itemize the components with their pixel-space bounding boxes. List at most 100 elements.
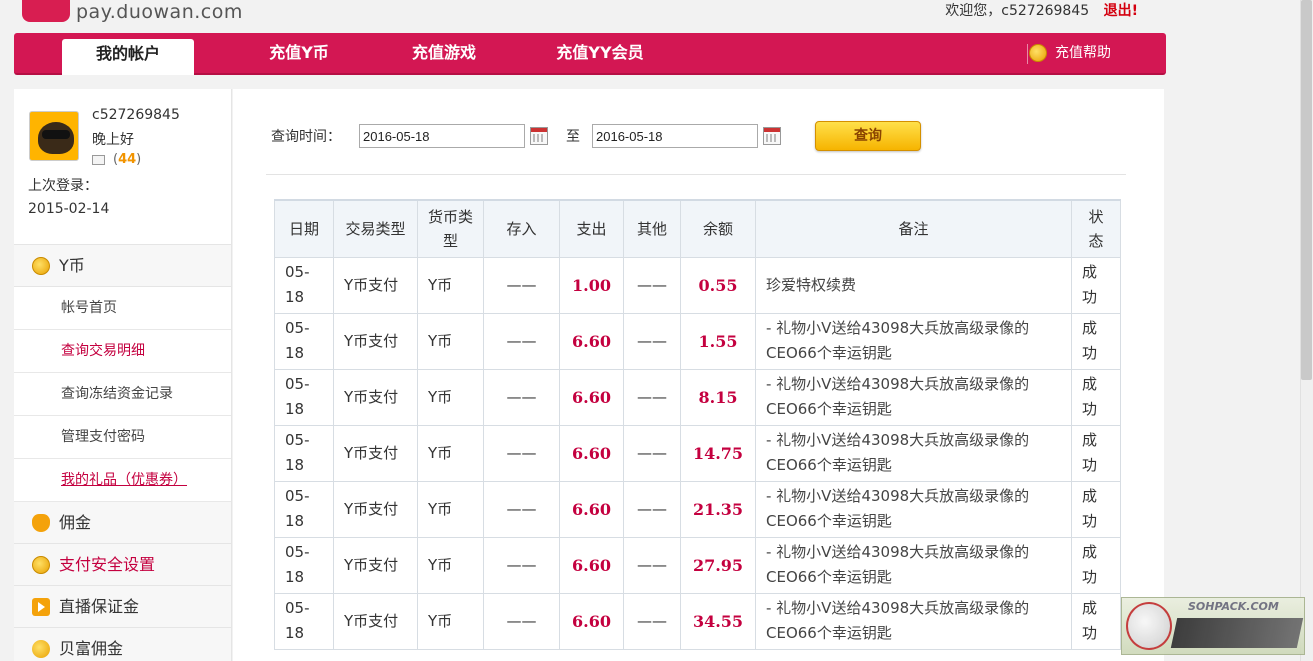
column-header: 备注 (755, 199, 1072, 258)
cell-expense: 6.60 (559, 424, 624, 482)
tab-my-account[interactable]: 我的帐户 (62, 39, 194, 75)
cell-currency: Y币 (417, 592, 484, 650)
cell-type: Y币支付 (333, 536, 418, 594)
profile-greeting: 晚上好 (92, 132, 134, 148)
help-coin-icon (1029, 44, 1047, 62)
live-play-icon (32, 597, 50, 616)
cell-status: 成功 (1071, 368, 1121, 426)
user-bar: 欢迎您，c527269845 退出! (945, 0, 1138, 20)
sidebar-item-transaction-details[interactable]: 查询交易明细 (14, 330, 231, 373)
cell-date: 05-18 (274, 424, 334, 482)
query-bar: 查询时间： 至 查询 (271, 121, 921, 151)
cell-note: 珍爱特权续费 (755, 256, 1072, 314)
site-logo[interactable]: pay.duowan.com (22, 0, 243, 22)
cell-other: —— (623, 480, 681, 538)
cell-status: 成功 (1071, 256, 1121, 314)
cell-note: - 礼物小V送给43098大兵放高级录像的CEO66个幸运钥匙 (755, 368, 1072, 426)
sidebar-item-frozen-funds[interactable]: 查询冻结资金记录 (14, 373, 231, 416)
cell-deposit: —— (483, 256, 560, 314)
calendar-icon[interactable] (530, 127, 548, 145)
cell-deposit: —— (483, 480, 560, 538)
main-content: 查询时间： 至 查询 日期 交易类型 货币类型 存入 支出 其他 余额 备注 状… (233, 89, 1164, 661)
cell-status: 成功 (1071, 536, 1121, 594)
cell-deposit: —— (483, 424, 560, 482)
cell-other: —— (623, 312, 681, 370)
sidebar-item-account-home[interactable]: 帐号首页 (14, 287, 231, 330)
avatar[interactable] (29, 111, 79, 161)
profile-username: c527269845 (92, 107, 180, 123)
mail-count: 44 (118, 152, 137, 167)
last-login-date: 2015-02-14 (28, 201, 110, 217)
table-row: 05-18 Y币支付 Y币 —— 6.60 —— 21.35 - 礼物小V送给4… (274, 480, 1121, 538)
cell-date: 05-18 (274, 536, 334, 594)
table-row: 05-18 Y币支付 Y币 —— 6.60 —— 34.55 - 礼物小V送给4… (274, 592, 1121, 650)
main-nav: 我的帐户 充值Y币 充值游戏 充值YY会员 充值帮助 (14, 33, 1166, 75)
cell-type: Y币支付 (333, 480, 418, 538)
cell-other: —— (623, 424, 681, 482)
transaction-table: 日期 交易类型 货币类型 存入 支出 其他 余额 备注 状态 05-18 Y币支… (274, 199, 1121, 650)
sidebar-group-security-label: 支付安全设置 (59, 554, 156, 574)
scrollbar-thumb[interactable] (1301, 0, 1312, 380)
cell-expense: 6.60 (559, 536, 624, 594)
start-date-input[interactable] (359, 124, 525, 148)
table-row: 05-18 Y币支付 Y币 —— 1.00 —— 0.55 珍爱特权续费 成功 (274, 256, 1121, 314)
end-date-input[interactable] (592, 124, 758, 148)
table-header-row: 日期 交易类型 货币类型 存入 支出 其他 余额 备注 状态 (274, 199, 1121, 258)
sidebar: c527269845 晚上好 ( 44 ) 上次登录： 2015-02-14 Y… (14, 89, 232, 661)
recharge-help-label: 充值帮助 (1055, 45, 1111, 61)
cell-type: Y币支付 (333, 592, 418, 650)
table-row: 05-18 Y币支付 Y币 —— 6.60 —— 8.15 - 礼物小V送给43… (274, 368, 1121, 426)
sidebar-group-deposit-label: 直播保证金 (59, 596, 140, 616)
cell-balance: 14.75 (680, 424, 756, 482)
cell-date: 05-18 (274, 256, 334, 314)
sidebar-item-my-gifts[interactable]: 我的礼品（优惠券） (14, 459, 231, 502)
cell-balance: 27.95 (680, 536, 756, 594)
calendar-icon[interactable] (763, 127, 781, 145)
cell-balance: 0.55 (680, 256, 756, 314)
tab-recharge-ycoin[interactable]: 充值Y币 (239, 33, 359, 75)
cell-currency: Y币 (417, 312, 484, 370)
cell-currency: Y币 (417, 424, 484, 482)
logout-link[interactable]: 退出! (1104, 3, 1138, 19)
cell-currency: Y币 (417, 256, 484, 314)
sidebar-group-security[interactable]: 支付安全设置 (14, 544, 231, 586)
cell-other: —— (623, 256, 681, 314)
sidebar-item-payment-password[interactable]: 管理支付密码 (14, 416, 231, 459)
watermark-logo: SOHPACK.COM (1121, 597, 1305, 655)
sidebar-group-deposit[interactable]: 直播保证金 (14, 586, 231, 628)
cell-type: Y币支付 (333, 312, 418, 370)
cell-note: - 礼物小V送给43098大兵放高级录像的CEO66个幸运钥匙 (755, 312, 1072, 370)
cell-type: Y币支付 (333, 368, 418, 426)
recharge-help-link[interactable]: 充值帮助 (1029, 33, 1111, 73)
cell-status: 成功 (1071, 424, 1121, 482)
query-button[interactable]: 查询 (815, 121, 921, 151)
cell-status: 成功 (1071, 592, 1121, 650)
money-bag-icon (32, 513, 50, 532)
cell-other: —— (623, 592, 681, 650)
tab-recharge-yy-vip[interactable]: 充值YY会员 (534, 33, 666, 75)
table-row: 05-18 Y币支付 Y币 —— 6.60 —— 14.75 - 礼物小V送给4… (274, 424, 1121, 482)
page-scrollbar[interactable] (1300, 0, 1313, 661)
sidebar-group-ycoin-label: Y币 (59, 255, 85, 275)
sidebar-group-commission[interactable]: 佣金 (14, 502, 231, 544)
cell-note: - 礼物小V送给43098大兵放高级录像的CEO66个幸运钥匙 (755, 592, 1072, 650)
mail-counter[interactable]: ( 44 ) (92, 152, 141, 167)
cell-expense: 6.60 (559, 592, 624, 650)
cell-deposit: —— (483, 592, 560, 650)
column-header: 日期 (274, 199, 334, 258)
query-time-label: 查询时间： (271, 129, 341, 145)
beifu-coin-icon (32, 639, 50, 658)
site-domain: pay.duowan.com (76, 1, 243, 23)
cell-other: —— (623, 536, 681, 594)
cell-deposit: —— (483, 312, 560, 370)
sidebar-group-beifu[interactable]: 贝富佣金 (14, 628, 231, 661)
cell-expense: 6.60 (559, 368, 624, 426)
tab-recharge-game[interactable]: 充值游戏 (389, 33, 499, 75)
table-row: 05-18 Y币支付 Y币 —— 6.60 —— 1.55 - 礼物小V送给43… (274, 312, 1121, 370)
date-range-to: 至 (566, 129, 580, 145)
mail-close-paren: ) (136, 152, 142, 167)
sidebar-group-ycoin[interactable]: Y币 (14, 245, 231, 287)
cell-status: 成功 (1071, 312, 1121, 370)
column-header: 货币类型 (417, 199, 484, 258)
cell-note: - 礼物小V送给43098大兵放高级录像的CEO66个幸运钥匙 (755, 536, 1072, 594)
